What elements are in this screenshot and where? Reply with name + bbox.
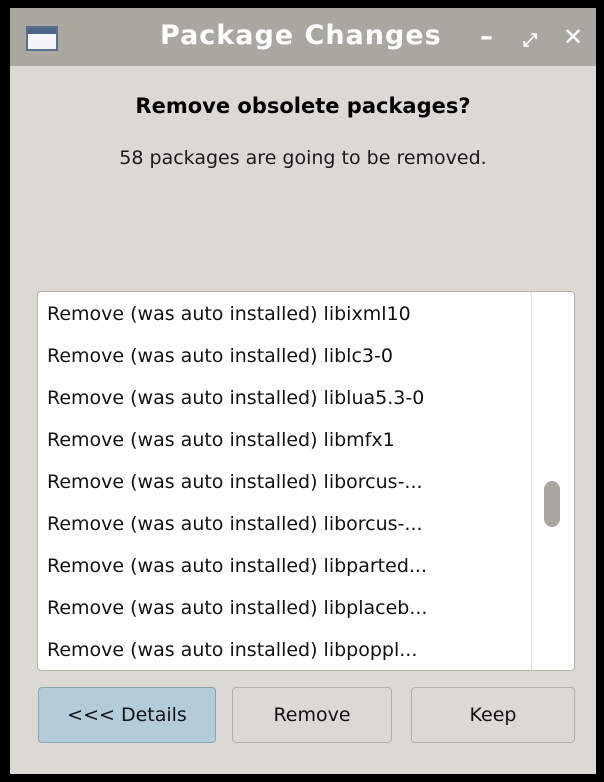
list-item[interactable]: Remove (was auto installed) liblua5.3-0 <box>38 377 532 419</box>
list-item[interactable]: Remove (was auto installed) libmfx1 <box>38 419 532 461</box>
package-list-items: Remove (was auto installed) libixml10 Re… <box>38 292 532 670</box>
remove-button[interactable]: Remove <box>232 687 392 743</box>
list-item[interactable]: Remove (was auto installed) liborcus-... <box>38 503 532 545</box>
list-item[interactable]: Remove (was auto installed) libixml10 <box>38 293 532 335</box>
window-title: Package Changes <box>160 20 442 51</box>
list-item[interactable]: Remove (was auto installed) liborcus-... <box>38 461 532 503</box>
package-list[interactable]: Remove (was auto installed) libixml10 Re… <box>37 291 575 671</box>
scrollbar-thumb[interactable] <box>544 481 560 527</box>
dialog-heading: Remove obsolete packages? <box>135 94 471 118</box>
list-item[interactable]: Remove (was auto installed) libparted... <box>38 545 532 587</box>
dialog-subtext: 58 packages are going to be removed. <box>119 147 487 169</box>
minimize-icon[interactable]: – <box>480 22 493 52</box>
keep-button[interactable]: Keep <box>411 687 575 743</box>
list-item[interactable]: Remove (was auto installed) libplaceb... <box>38 587 532 629</box>
list-item[interactable]: Remove (was auto installed) liblc3-0 <box>38 335 532 377</box>
vertical-scrollbar[interactable] <box>531 292 574 670</box>
package-changes-window: Package Changes – ⤢ ✕ Remove obsolete pa… <box>10 8 596 774</box>
close-icon[interactable]: ✕ <box>563 22 583 52</box>
list-item[interactable]: Remove (was auto installed) libpoppl... <box>38 629 532 670</box>
details-button[interactable]: <<< Details <box>38 687 216 743</box>
maximize-icon[interactable]: ⤢ <box>523 26 537 56</box>
title-bar[interactable]: Package Changes – ⤢ ✕ <box>10 8 596 66</box>
window-app-icon <box>26 26 58 51</box>
